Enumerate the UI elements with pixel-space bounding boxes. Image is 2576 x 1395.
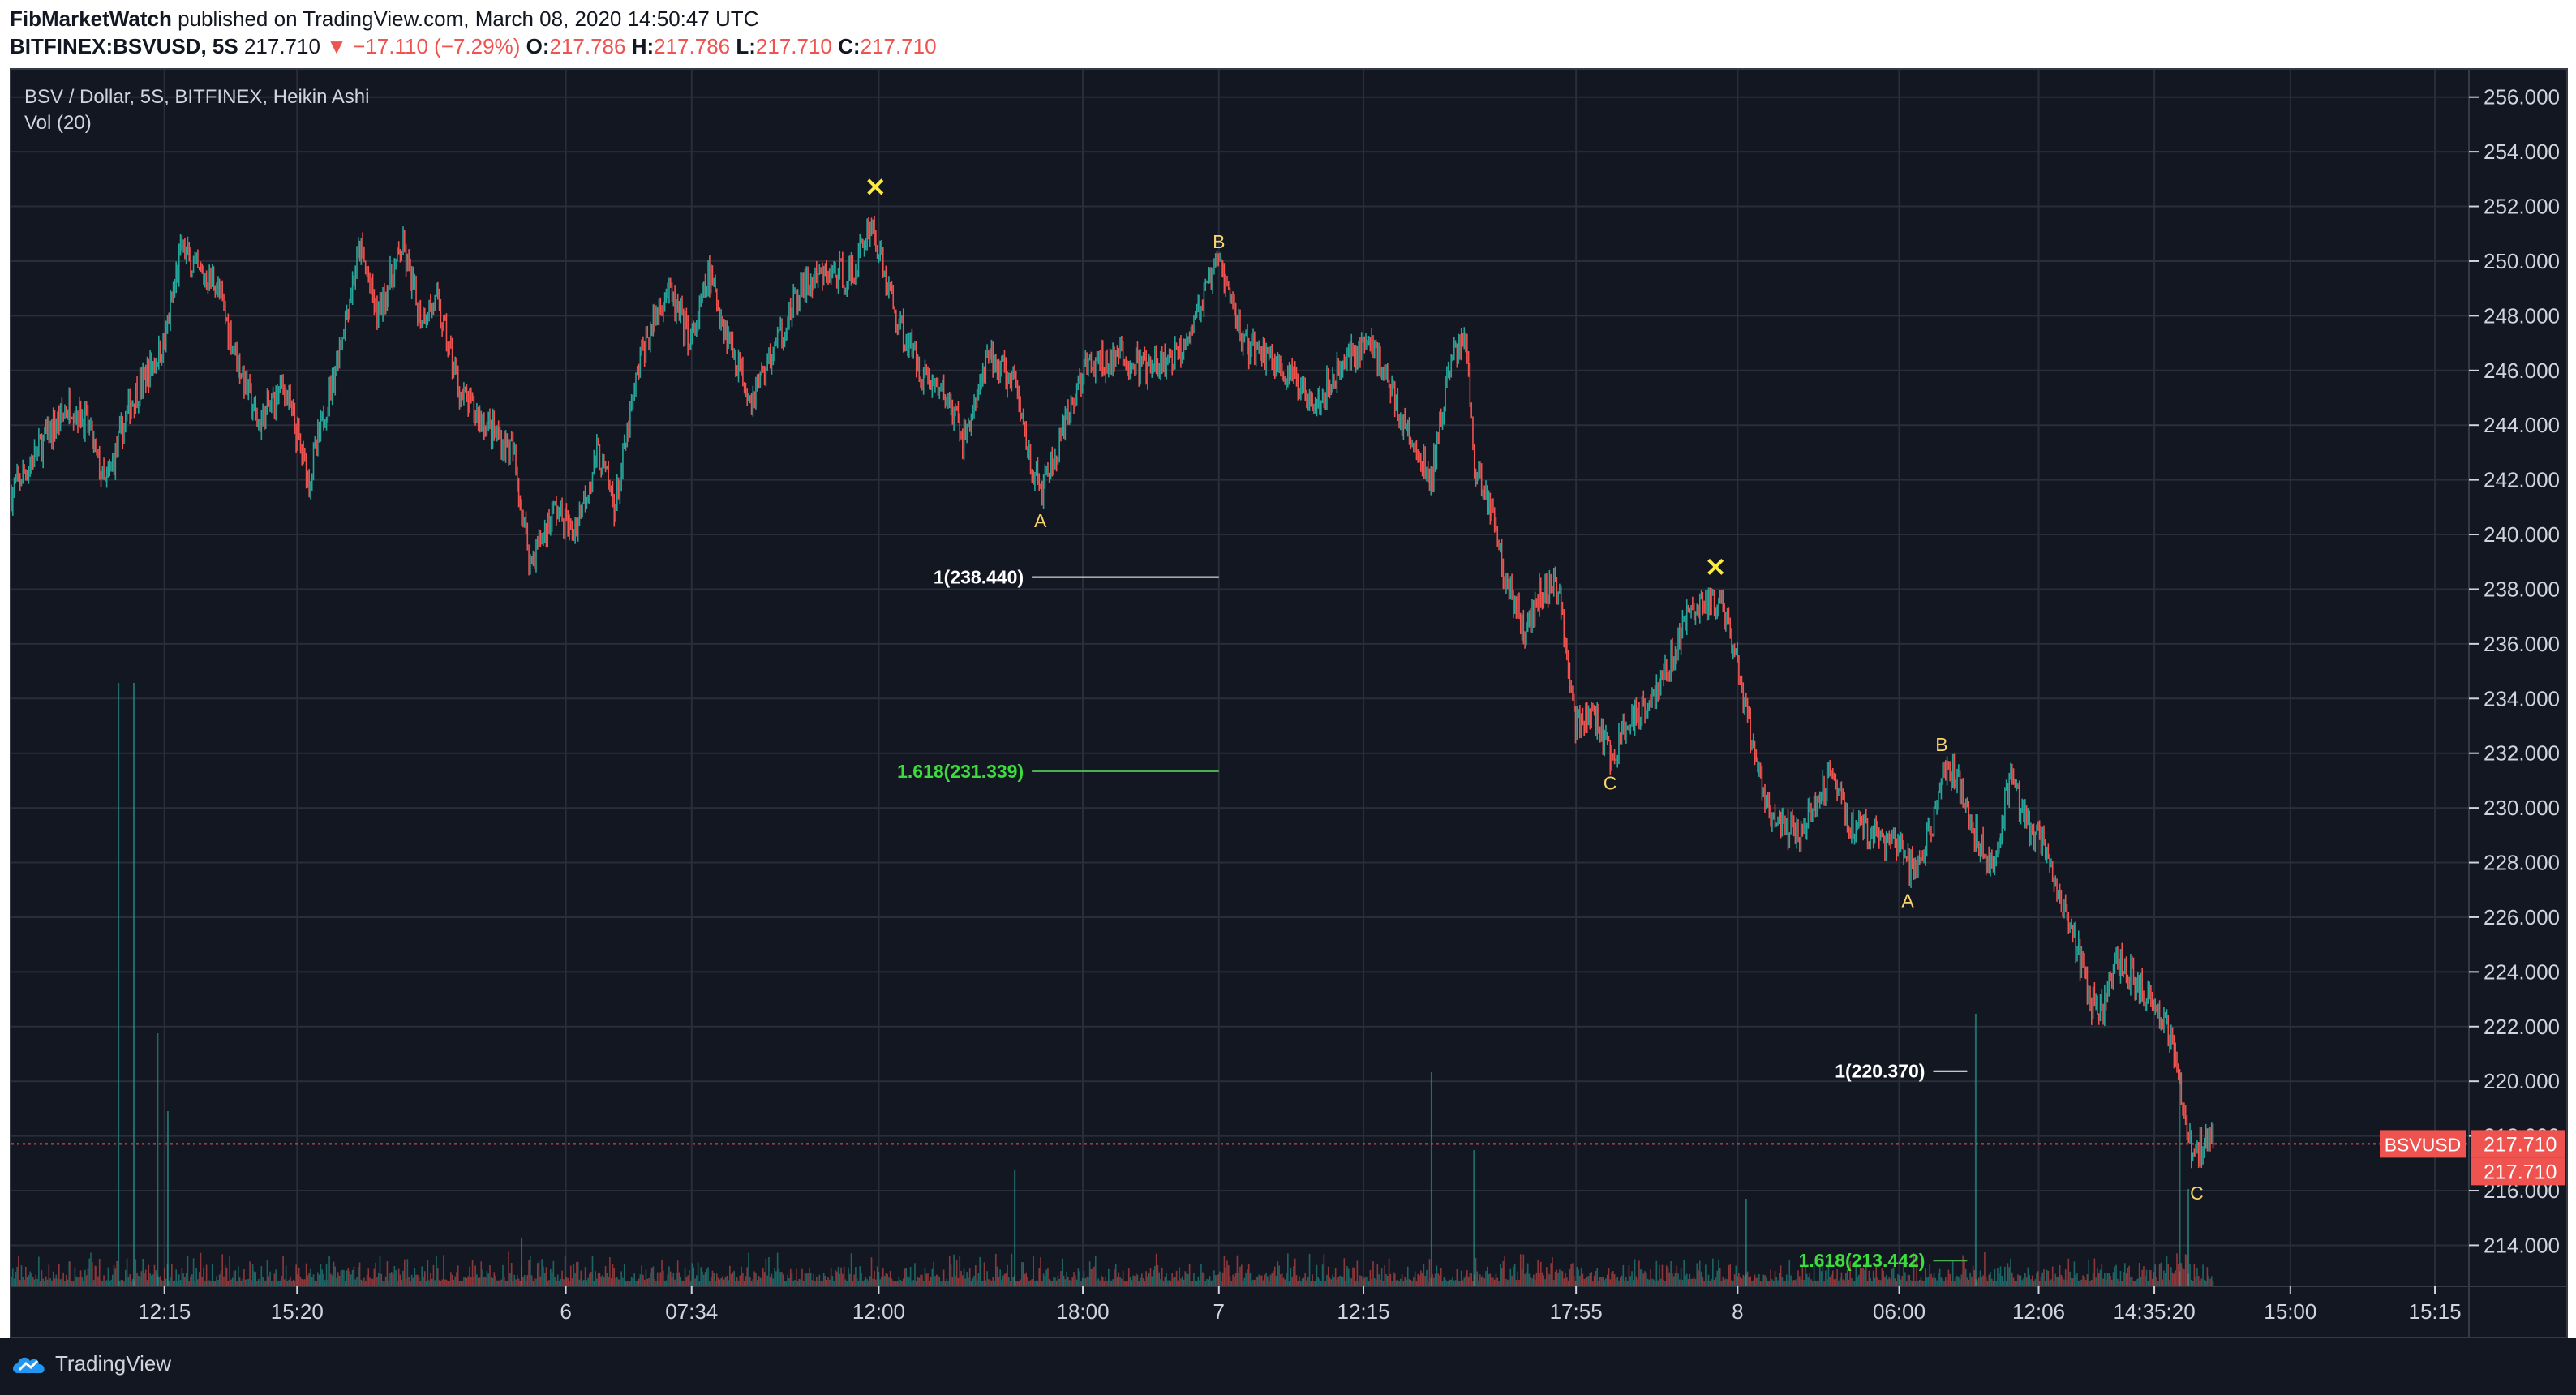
open-label: O: — [526, 34, 550, 58]
chart-pane[interactable]: 256.000 254.000 252.000 250.000 248.000 246.0… — [10, 68, 2568, 1338]
symbol-label: BITFINEX:BSVUSD, 5S — [10, 34, 238, 58]
time-tick-label: 15:00 — [2264, 1299, 2316, 1324]
price-tick-label: 222.000 — [2484, 1015, 2560, 1039]
price-chart[interactable]: 256.000 254.000 252.000 250.000 248.000 246.0… — [11, 70, 2566, 1337]
close-label: C: — [838, 34, 861, 58]
symbol-tag-label: BSVUSD — [2385, 1134, 2462, 1155]
wave-label: C — [1604, 772, 1617, 793]
time-tick-label: 06:00 — [1873, 1299, 1926, 1324]
time-tick-label: 17:55 — [1550, 1299, 1603, 1324]
price-tick-label: 234.000 — [2484, 686, 2560, 710]
time-axis: 12:15 15:20 6 07:34 12:00 18:00 7 12:15 17:55 8 06… — [138, 1286, 2462, 1324]
open-value: 217.786 — [549, 34, 626, 58]
price-tick-label: 238.000 — [2484, 577, 2560, 601]
price-tick-label: 244.000 — [2484, 413, 2560, 437]
last-price-label: 217.710 — [2484, 1133, 2557, 1156]
last-price: 217.710 — [243, 34, 320, 58]
volume-bars — [11, 683, 2214, 1286]
last-price-label: 217.710 — [2484, 1161, 2557, 1183]
time-tick-label: 12:15 — [138, 1299, 191, 1324]
time-tick-label: 15:20 — [271, 1299, 324, 1324]
brand-name: TradingView — [55, 1351, 172, 1376]
price-tick-label: 250.000 — [2484, 249, 2560, 273]
wave-label: C — [2190, 1183, 2204, 1204]
price-tick-label: 224.000 — [2484, 959, 2560, 984]
low-label: L: — [736, 34, 756, 58]
price-tick-label: 226.000 — [2484, 905, 2560, 929]
fib-level-label: 1(238.440) — [934, 567, 1024, 588]
time-tick-label: 8 — [1732, 1299, 1743, 1324]
price-tick-label: 248.000 — [2484, 303, 2560, 328]
price-tick-label: 228.000 — [2484, 851, 2560, 875]
high-label: H: — [631, 34, 655, 58]
price-tick-label: 232.000 — [2484, 741, 2560, 766]
time-tick-label: 18:00 — [1056, 1299, 1109, 1324]
time-tick-label: 12:06 — [2012, 1299, 2065, 1324]
price-tick-label: 252.000 — [2484, 195, 2560, 219]
wave-label: B — [1935, 734, 1947, 755]
price-tick-label: 246.000 — [2484, 358, 2560, 383]
time-tick-label: 07:34 — [665, 1299, 718, 1324]
wave-label: A — [1901, 890, 1914, 911]
time-tick-label: 12:00 — [852, 1299, 905, 1324]
time-tick-label: 6 — [560, 1299, 571, 1324]
published-text: published on TradingView.com, March 08, … — [171, 6, 759, 31]
price-tick-label: 214.000 — [2484, 1233, 2560, 1257]
price-axis: 256.000 254.000 252.000 250.000 248.000 246.0… — [2469, 85, 2560, 1257]
fib-level-label: 1.618(213.442) — [1798, 1250, 1925, 1271]
price-tick-label: 256.000 — [2484, 85, 2560, 109]
tradingview-cloud-icon — [13, 1357, 45, 1373]
wave-label: A — [1034, 510, 1047, 531]
time-tick-label: 15:15 — [2409, 1299, 2462, 1324]
low-value: 217.710 — [755, 34, 832, 58]
chart-header: FibMarketWatch published on TradingView.… — [0, 0, 2576, 68]
time-tick-label: 14:35:20 — [2113, 1299, 2195, 1324]
time-tick-label: 7 — [1213, 1299, 1225, 1324]
wave-label: B — [1213, 231, 1225, 252]
ohlc-line: BITFINEX:BSVUSD, 5S 217.710 ▼ −17.110 (−… — [10, 34, 937, 59]
price-tick-label: 254.000 — [2484, 140, 2560, 164]
price-change: ▼ −17.110 (−7.29%) — [326, 34, 521, 58]
grid-lines — [11, 70, 2469, 1286]
price-tick-label: 230.000 — [2484, 796, 2560, 820]
close-value: 217.710 — [860, 34, 937, 58]
price-tick-label: 242.000 — [2484, 468, 2560, 492]
x-marker-icon: × — [864, 170, 887, 203]
time-tick-label: 12:15 — [1337, 1299, 1389, 1324]
candles — [11, 215, 2214, 1169]
high-value: 217.786 — [654, 34, 731, 58]
price-tick-label: 236.000 — [2484, 632, 2560, 656]
publish-line: FibMarketWatch published on TradingView.… — [10, 6, 758, 32]
price-tick-label: 220.000 — [2484, 1069, 2560, 1093]
series-legend[interactable]: BSV / Dollar, 5S, BITFINEX, Heikin Ashi — [24, 86, 369, 109]
author-name[interactable]: FibMarketWatch — [10, 6, 172, 31]
fib-level-label: 1.618(231.339) — [897, 761, 1024, 782]
fib-level-label: 1(220.370) — [1835, 1061, 1925, 1082]
tradingview-logo[interactable]: TradingView — [10, 1351, 171, 1376]
volume-legend[interactable]: Vol (20) — [24, 112, 92, 135]
price-tick-label: 240.000 — [2484, 522, 2560, 547]
x-marker-icon: × — [1704, 551, 1728, 583]
footer-bar: TradingView — [0, 1338, 2576, 1395]
